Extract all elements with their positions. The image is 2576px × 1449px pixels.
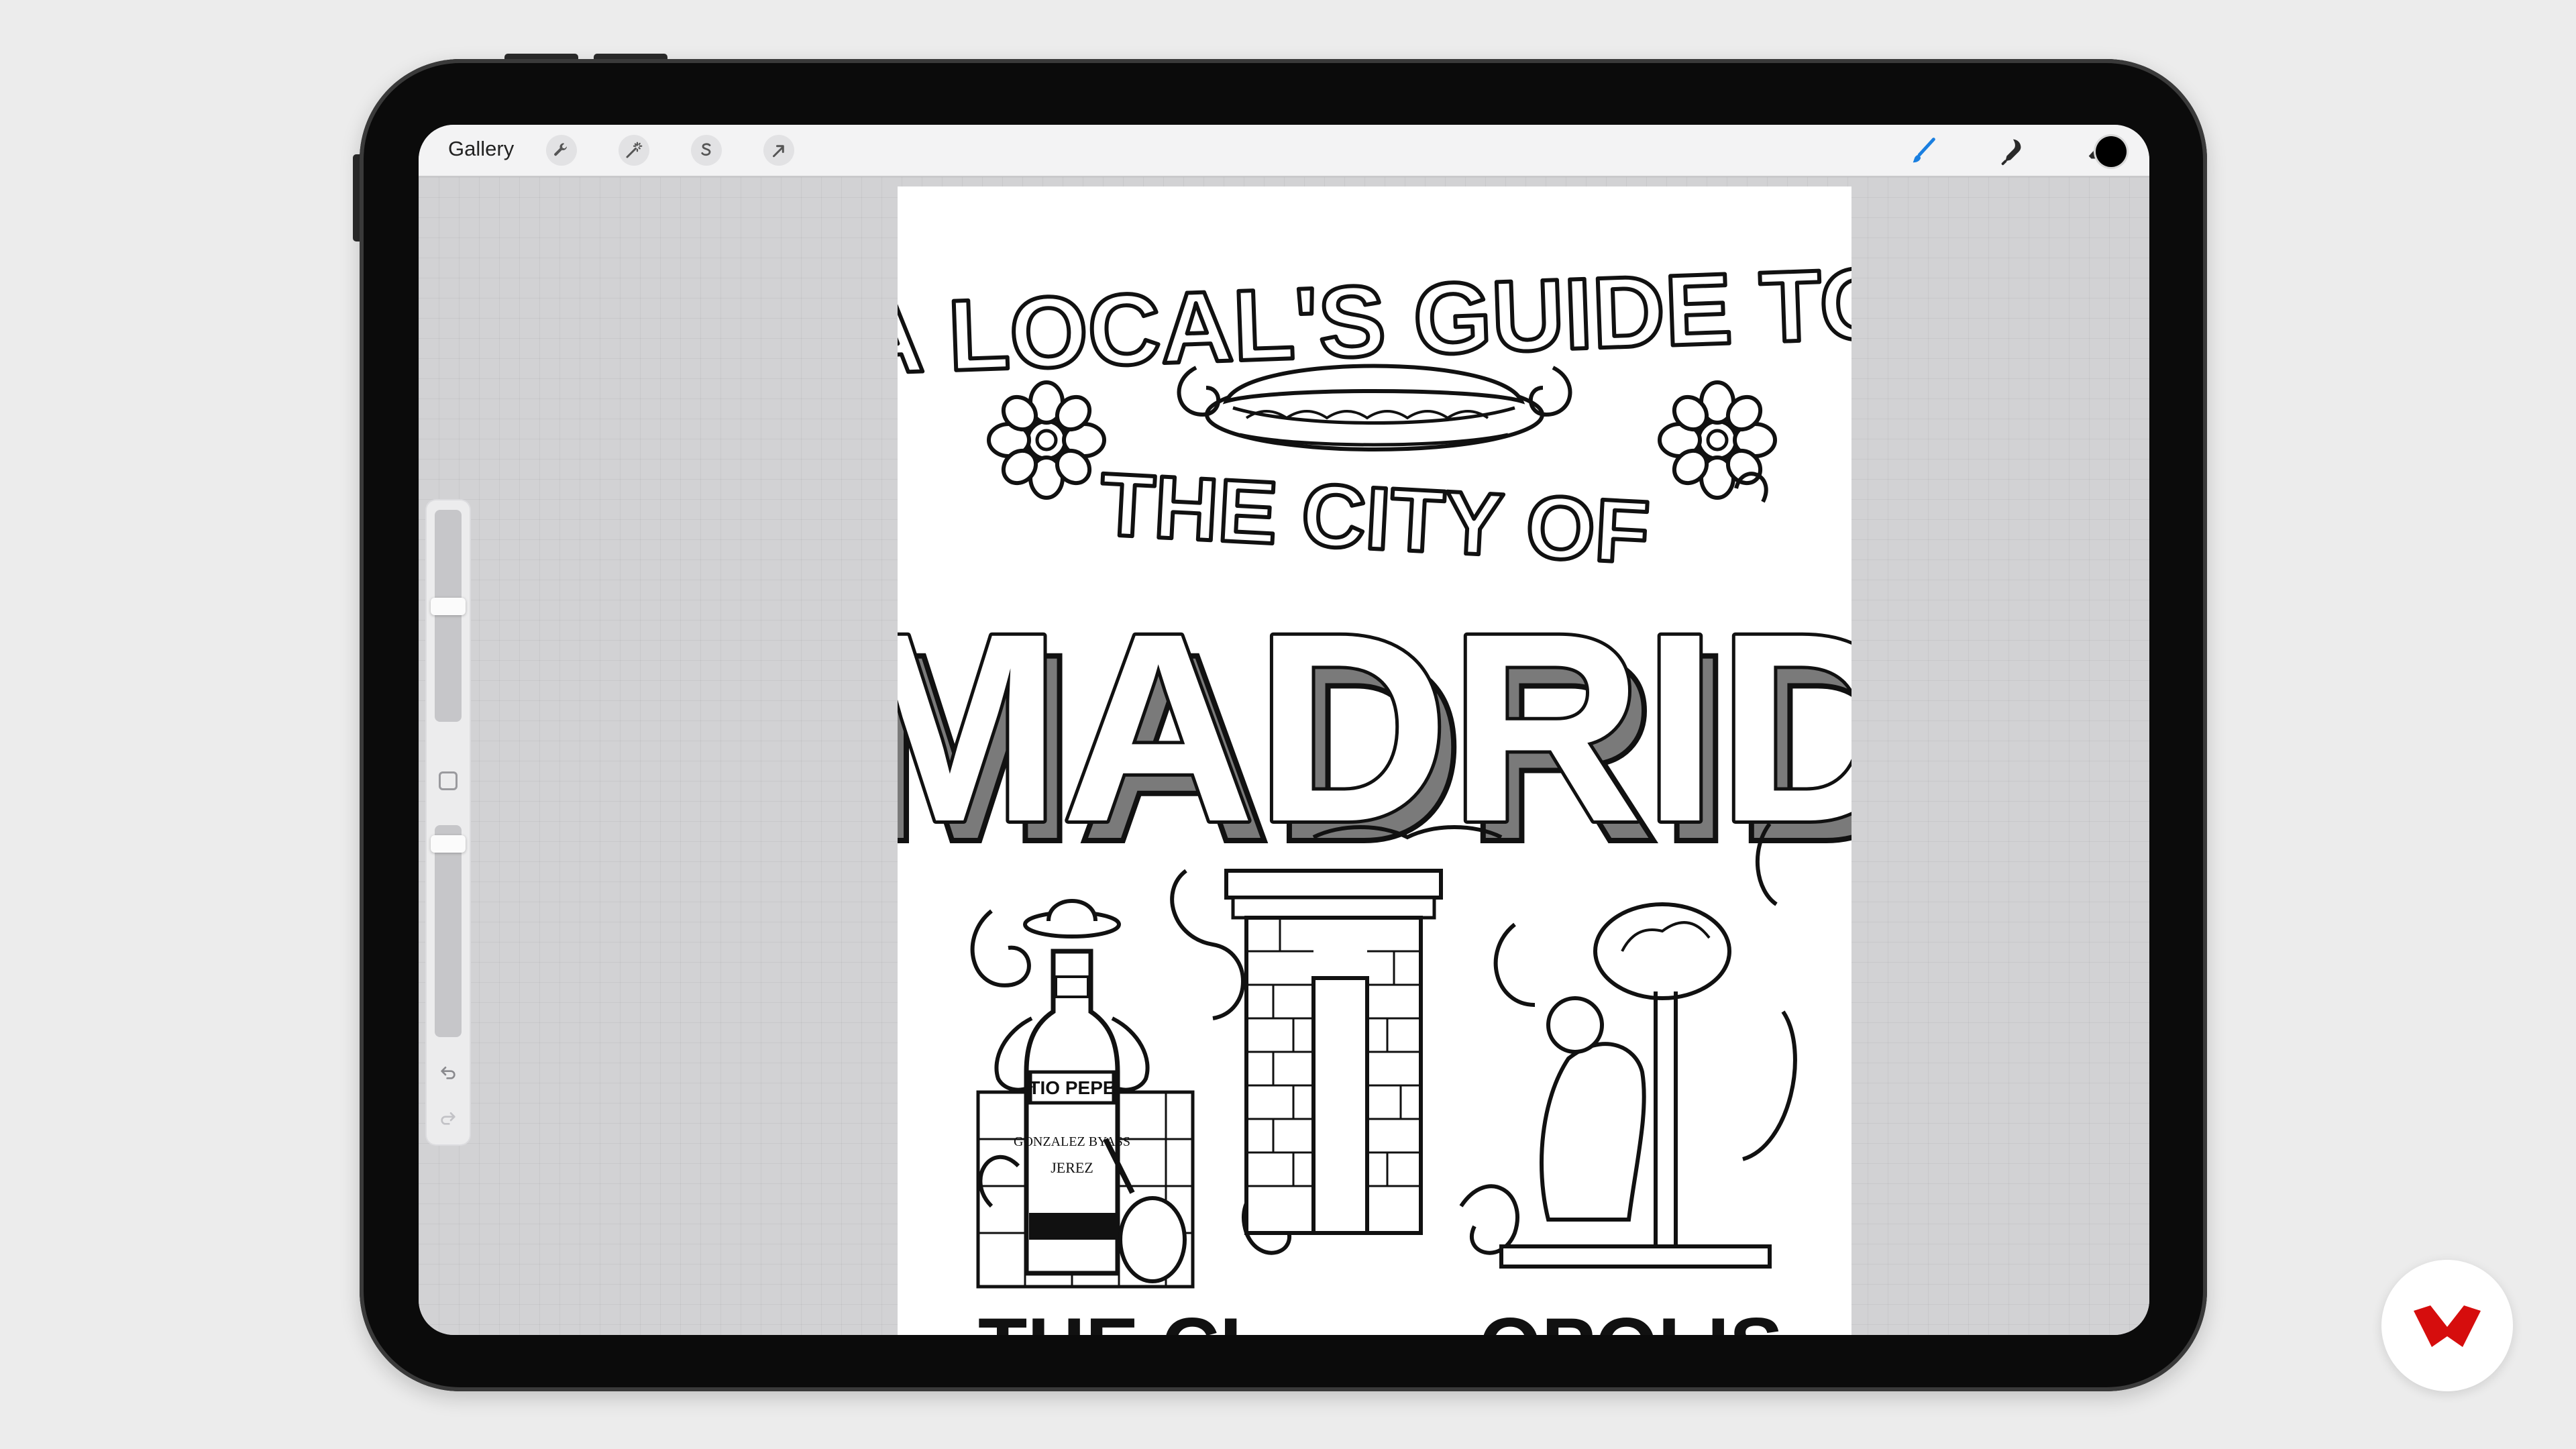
modify-button[interactable] — [439, 771, 458, 790]
desktop-scene: Gallery A LOCAL'S GUIDE TO THE CITY OF M… — [0, 0, 2576, 1449]
brush-tool-button[interactable] — [1905, 133, 1941, 169]
selection-s-icon — [701, 143, 711, 156]
opacity-thumb[interactable] — [431, 835, 466, 853]
artwork-bottom-left-text: THE CI — [978, 1301, 1242, 1335]
sherry-bottle-drawing: TIO PEPE GONZALEZ BYASS JEREZ — [976, 899, 1195, 1289]
adjustments-button[interactable] — [619, 135, 649, 166]
actions-button[interactable] — [546, 135, 577, 166]
bear-and-tree-statue-drawing — [1499, 902, 1772, 1269]
bottle-label-bottom: JEREZ — [1051, 1159, 1093, 1176]
artwork-title-line2: THE CITY OF — [1098, 455, 1652, 582]
brush-size-thumb[interactable] — [431, 597, 466, 615]
selection-button[interactable] — [691, 135, 722, 166]
stone-gate-drawing — [1224, 869, 1443, 1235]
smudge-tool-button[interactable] — [1994, 133, 2030, 169]
undo-icon — [441, 1067, 455, 1079]
gallery-button[interactable]: Gallery — [448, 137, 514, 161]
brush-icon — [1913, 138, 1935, 163]
ornament-scroll — [978, 1155, 1020, 1208]
wrench-icon — [554, 143, 568, 156]
bottle-label-mid: GONZALEZ BYASS — [1014, 1134, 1130, 1149]
top-toolbar: Gallery — [419, 125, 2149, 177]
ipad-screen: Gallery A LOCAL'S GUIDE TO THE CITY OF M… — [419, 125, 2149, 1335]
magic-wand-icon — [626, 142, 643, 158]
brand-badge — [2381, 1260, 2513, 1391]
undo-button[interactable] — [435, 1059, 462, 1085]
ornament-scroll — [1742, 1010, 1797, 1161]
brush-sidebar — [427, 500, 470, 1144]
canvas-workspace[interactable]: A LOCAL'S GUIDE TO THE CITY OF MADRID MA… — [419, 177, 2149, 1335]
opacity-slider[interactable] — [435, 825, 462, 1037]
smudge-icon — [2001, 139, 2021, 166]
redo-icon — [441, 1112, 455, 1125]
brush-size-slider[interactable] — [435, 510, 462, 722]
ornament-scroll — [1493, 922, 1536, 1007]
bottle-label-top: TIO PEPE — [1028, 1077, 1115, 1098]
brand-logo-icon — [2414, 1305, 2481, 1347]
color-picker-button[interactable] — [2096, 136, 2127, 167]
artwork-title-madrid: MADRID — [898, 578, 1851, 877]
flower-left-drawing — [987, 380, 1106, 500]
madrid-illustration: A LOCAL'S GUIDE TO THE CITY OF MADRID MA… — [898, 244, 1851, 1335]
flower-right-drawing — [1658, 380, 1777, 500]
arrow-cursor-icon — [773, 145, 784, 158]
transform-button[interactable] — [763, 135, 794, 166]
ornament-scroll — [1459, 1184, 1519, 1255]
ornament-scroll — [970, 909, 1031, 987]
drawing-canvas[interactable]: A LOCAL'S GUIDE TO THE CITY OF MADRID MA… — [898, 186, 1851, 1335]
redo-button[interactable] — [435, 1104, 462, 1131]
sandwich-drawing — [1205, 364, 1544, 451]
artwork-bottom-right-text: OPOLIS — [1479, 1301, 1783, 1335]
